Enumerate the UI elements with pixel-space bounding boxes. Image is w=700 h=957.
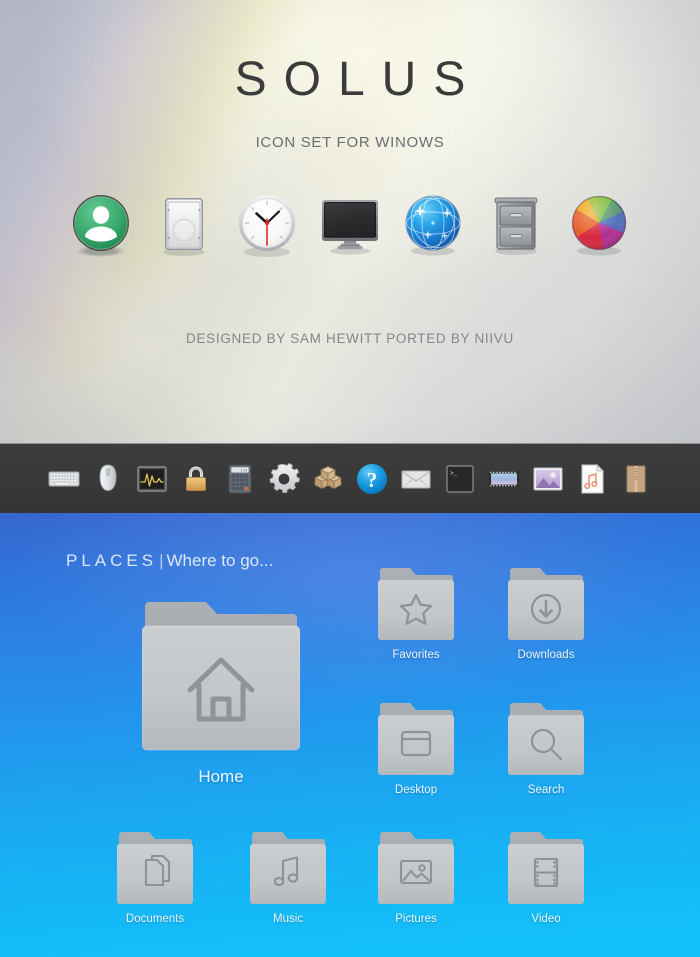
network-globe-icon[interactable] (402, 190, 464, 260)
places-label-favorites: Favorites (374, 649, 458, 661)
mail-icon[interactable] (399, 462, 433, 496)
music-folder-icon (250, 829, 326, 909)
places-label-desktop: Desktop (374, 784, 458, 796)
places-label-pictures: Pictures (374, 913, 458, 925)
packages-icon[interactable] (311, 462, 345, 496)
calculator-icon[interactable]: 1 14 (223, 462, 257, 496)
svg-text:1 14: 1 14 (240, 468, 247, 472)
hero-section: SOLUS ICON SET FOR WINOWS (0, 0, 700, 443)
places-item-video[interactable]: Video (504, 829, 588, 925)
color-wheel-icon[interactable] (568, 190, 630, 260)
clock-icon[interactable] (236, 190, 298, 260)
favorites-folder-icon (378, 565, 454, 645)
page-subtitle: ICON SET FOR WINOWS (0, 134, 700, 151)
archive-icon[interactable] (619, 462, 653, 496)
pictures-folder-icon (378, 829, 454, 909)
monitor-icon[interactable] (319, 190, 381, 260)
places-label-home: Home (126, 767, 316, 787)
page-title: SOLUS (0, 52, 700, 107)
user-avatar-icon[interactable] (70, 190, 132, 260)
places-item-desktop[interactable]: Desktop (374, 700, 458, 796)
places-heading-separator: | (159, 551, 163, 570)
image-icon[interactable] (531, 462, 565, 496)
video-film-icon[interactable] (487, 462, 521, 496)
lock-icon[interactable] (179, 462, 213, 496)
places-item-pictures[interactable]: Pictures (374, 829, 458, 925)
documents-folder-icon (117, 829, 193, 909)
places-item-home[interactable]: Home (126, 595, 316, 787)
keyboard-icon[interactable] (47, 462, 81, 496)
places-item-downloads[interactable]: Downloads (504, 565, 588, 661)
system-monitor-icon[interactable] (135, 462, 169, 496)
downloads-folder-icon (508, 565, 584, 645)
filing-cabinet-icon[interactable] (485, 190, 547, 260)
gear-icon[interactable] (267, 462, 301, 496)
mouse-icon[interactable] (91, 462, 125, 496)
places-item-documents[interactable]: Documents (113, 829, 197, 925)
desktop-folder-icon (378, 700, 454, 780)
places-item-favorites[interactable]: Favorites (374, 565, 458, 661)
places-heading-main: PLACES (66, 551, 157, 570)
places-heading-sub: Where to go... (167, 551, 274, 570)
places-section: PLACES|Where to go... (0, 513, 700, 957)
hero-icon-row (70, 188, 630, 262)
search-folder-icon (508, 700, 584, 780)
svg-text:?: ? (367, 468, 378, 492)
places-heading: PLACES|Where to go... (66, 551, 273, 571)
places-label-video: Video (504, 913, 588, 925)
home-folder-icon (142, 595, 300, 760)
video-folder-icon (508, 829, 584, 909)
places-item-music[interactable]: Music (246, 829, 330, 925)
hard-drive-icon[interactable] (153, 190, 215, 260)
app-icon-toolbar: 1 14 (0, 443, 700, 513)
places-label-search: Search (504, 784, 588, 796)
places-label-downloads: Downloads (504, 649, 588, 661)
places-label-music: Music (246, 913, 330, 925)
help-icon[interactable]: ? (355, 462, 389, 496)
terminal-icon[interactable]: >_ (443, 462, 477, 496)
places-label-documents: Documents (113, 913, 197, 925)
poster-root: SOLUS ICON SET FOR WINOWS (0, 0, 700, 957)
svg-text:>_: >_ (450, 470, 458, 477)
places-item-search[interactable]: Search (504, 700, 588, 796)
credits-text: DESIGNED BY SAM HEWITT PORTED BY NIIVU (0, 331, 700, 346)
music-file-icon[interactable] (575, 462, 609, 496)
